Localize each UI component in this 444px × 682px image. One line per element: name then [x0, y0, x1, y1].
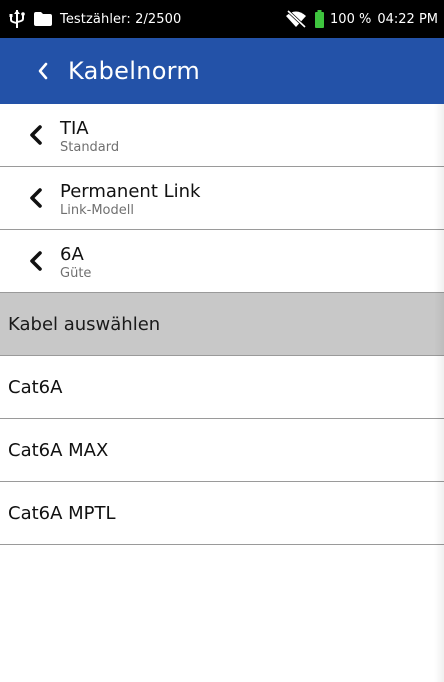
test-counter: Testzähler: 2/2500: [60, 11, 182, 27]
selection-value: Permanent Link: [60, 180, 201, 202]
app-bar: Kabelnorm: [0, 38, 444, 104]
section-header: Kabel auswählen: [0, 293, 444, 356]
selection-label: Link-Modell: [60, 202, 134, 218]
settings-list: TIA Standard Permanent Link Link-Modell …: [0, 104, 444, 545]
chevron-left-icon: [28, 186, 46, 210]
selection-grade[interactable]: 6A Güte: [0, 230, 444, 293]
selection-label: Standard: [60, 139, 120, 155]
selection-texts: 6A Güte: [60, 244, 91, 281]
cable-option-cat6a-mptl[interactable]: Cat6A MPTL: [0, 482, 444, 545]
wifi-off-icon: [285, 9, 307, 29]
status-bar: Testzähler: 2/2500 100 % 04:22 PM: [0, 0, 444, 38]
chevron-left-icon: [28, 249, 46, 273]
selection-texts: TIA Standard: [60, 118, 119, 155]
status-left: Testzähler: 2/2500: [0, 9, 181, 29]
page-title: Kabelnorm: [68, 57, 201, 85]
battery-icon: [315, 10, 325, 28]
battery-percent: 100 %: [330, 11, 372, 27]
folder-icon: [34, 12, 52, 26]
usb-icon: [8, 9, 26, 29]
selection-link-model[interactable]: Permanent Link Link-Modell: [0, 167, 444, 230]
selection-texts: Permanent Link Link-Modell: [60, 181, 200, 218]
clock: 04:22 PM: [377, 11, 438, 27]
chevron-left-icon: [38, 62, 48, 80]
cable-option-cat6a-max[interactable]: Cat6A MAX: [0, 419, 444, 482]
chevron-left-icon: [28, 123, 46, 147]
selection-standard[interactable]: TIA Standard: [0, 104, 444, 167]
status-right: 100 % 04:22 PM: [285, 9, 444, 29]
selection-value: TIA: [60, 117, 89, 139]
cable-option-cat6a[interactable]: Cat6A: [0, 356, 444, 419]
selection-label: Güte: [60, 265, 92, 281]
selection-value: 6A: [60, 243, 84, 265]
